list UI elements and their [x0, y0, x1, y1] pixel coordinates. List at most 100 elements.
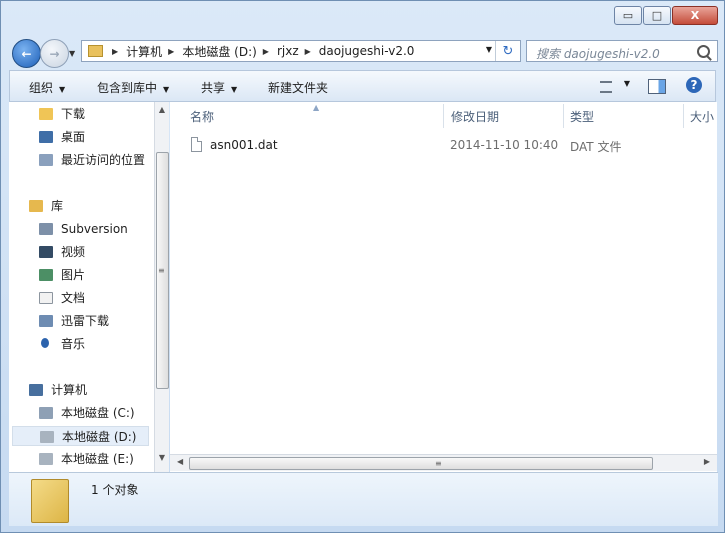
preview-pane-icon[interactable]	[648, 79, 666, 94]
music-icon	[41, 338, 49, 348]
desktop-icon	[39, 131, 53, 143]
sidebar-item-subversion[interactable]: Subversion	[39, 219, 149, 239]
scroll-left-button[interactable]: ◀	[177, 457, 183, 466]
chevron-down-icon: ▼	[163, 85, 170, 94]
column-header-name[interactable]: 名称	[190, 104, 214, 130]
navigation-scroll-thumb[interactable]: ≡	[156, 152, 169, 389]
help-icon[interactable]: ?	[686, 77, 702, 93]
forward-button[interactable]: →	[40, 39, 69, 68]
recent-pages-dropdown[interactable]: ▼	[69, 49, 75, 58]
file-list-horizontal-scrollbar[interactable]: ◀ ≡ ▶	[170, 454, 717, 471]
sidebar-item-drive-e[interactable]: 本地磁盘 (E:)	[39, 449, 149, 469]
videos-icon	[39, 246, 53, 258]
file-icon	[191, 137, 202, 152]
minimize-icon: ▭	[622, 9, 634, 22]
folder-large-icon	[31, 479, 69, 523]
column-header-type[interactable]: 类型	[570, 104, 594, 130]
address-dropdown[interactable]: ▼	[486, 45, 492, 54]
item-count: 1 个对象	[91, 483, 139, 497]
sidebar-item-videos[interactable]: 视频	[39, 242, 149, 262]
folder-icon	[88, 45, 103, 57]
sidebar-item-recent-places[interactable]: 最近访问的位置	[39, 150, 153, 170]
close-button[interactable]: X	[672, 6, 718, 25]
downloads-folder-icon	[39, 108, 53, 120]
column-divider[interactable]	[683, 104, 684, 128]
search-placeholder[interactable]: 搜索 daojugeshi-v2.0	[536, 45, 660, 62]
sidebar-item-label: 迅雷下载	[61, 314, 110, 328]
back-arrow-icon: ←	[21, 46, 32, 61]
organize-label: 组织	[29, 81, 54, 95]
sidebar-item-label: 图片	[61, 268, 86, 282]
file-modified-date: 2014-11-10 10:40	[450, 138, 559, 152]
view-options-dropdown[interactable]: ▼	[624, 79, 630, 88]
sidebar-item-documents[interactable]: 文档	[39, 288, 149, 308]
include-library-button[interactable]: 包含到库中 ▼	[97, 79, 169, 96]
sidebar-item-xunlei-downloads[interactable]: 迅雷下载	[39, 311, 149, 331]
column-header-date[interactable]: 修改日期	[451, 104, 499, 130]
share-label: 共享	[201, 81, 226, 95]
navigation-scrollbar[interactable]: ▲ ≡ ▼	[154, 102, 169, 472]
sort-arrow-icon: ▲	[313, 103, 320, 112]
file-type: DAT 文件	[570, 140, 622, 154]
new-folder-button[interactable]: 新建文件夹	[268, 79, 328, 96]
sidebar-item-label: 计算机	[51, 383, 88, 397]
column-header-size[interactable]: 大小	[690, 104, 714, 130]
drive-d-icon	[40, 431, 54, 443]
sidebar-item-label: 最近访问的位置	[61, 153, 146, 167]
address-bar[interactable]: ▶ 计算机 ▶ 本地磁盘 (D:) ▶ rjxz ▶ daojugeshi-v2…	[81, 40, 521, 62]
sidebar-item-libraries[interactable]: 库	[29, 196, 109, 216]
sidebar-item-pictures[interactable]: 图片	[39, 265, 149, 285]
breadcrumb-arrow-icon[interactable]: ▶	[112, 47, 118, 56]
breadcrumb-rjxz[interactable]: rjxz	[277, 44, 299, 58]
sidebar-item-computer[interactable]: 计算机	[29, 380, 129, 400]
scroll-grip-icon: ≡	[158, 266, 165, 275]
details-pane: 1 个对象	[9, 472, 718, 526]
sidebar-item-label: 桌面	[61, 130, 86, 144]
breadcrumb-current-folder[interactable]: daojugeshi-v2.0	[319, 44, 415, 58]
view-options-icon[interactable]	[600, 81, 612, 93]
search-box[interactable]: 搜索 daojugeshi-v2.0	[526, 40, 718, 62]
breadcrumb-arrow-icon[interactable]: ▶	[305, 47, 311, 56]
navigation-bar: ← → ▼ ▶ 计算机 ▶ 本地磁盘 (D:) ▶ rjxz ▶ daojuge…	[9, 39, 718, 68]
scroll-up-button[interactable]: ▲	[155, 105, 169, 121]
breadcrumb-computer[interactable]: 计算机	[126, 43, 162, 60]
command-toolbar: 组织 ▼ 包含到库中 ▼ 共享 ▼ 新建文件夹 ▼ ?	[9, 70, 716, 102]
sidebar-item-label: 视频	[61, 245, 86, 259]
computer-icon	[29, 384, 43, 396]
explorer-window: ▭ □ X ← → ▼ ▶ 计算机 ▶ 本地磁盘 (D:) ▶ rjxz ▶ d…	[0, 0, 725, 533]
chevron-down-icon: ▼	[59, 85, 66, 94]
back-button[interactable]: ←	[12, 39, 41, 68]
include-library-label: 包含到库中	[97, 81, 158, 95]
libraries-icon	[29, 200, 43, 212]
scroll-down-button[interactable]: ▼	[155, 453, 169, 469]
sidebar-item-desktop[interactable]: 桌面	[39, 127, 149, 147]
documents-icon	[39, 292, 53, 304]
sidebar-item-label: 文档	[61, 291, 86, 305]
share-button[interactable]: 共享 ▼	[201, 79, 237, 96]
minimize-button[interactable]: ▭	[614, 6, 642, 25]
search-icon[interactable]	[697, 45, 710, 58]
scroll-right-button[interactable]: ▶	[704, 457, 710, 466]
breadcrumb-drive-d[interactable]: 本地磁盘 (D:)	[182, 43, 256, 60]
breadcrumb-arrow-icon[interactable]: ▶	[168, 47, 174, 56]
sidebar-item-label: 库	[51, 199, 64, 213]
sidebar-item-label: 本地磁盘 (D:)	[62, 430, 137, 444]
sidebar-item-label: Subversion	[61, 222, 128, 236]
recent-places-icon	[39, 154, 53, 166]
sidebar-item-downloads[interactable]: 下载	[39, 104, 149, 124]
file-list-pane: ▲ 名称 修改日期 类型 大小 asn001.dat 2014-11-10 10…	[170, 102, 717, 472]
navigation-pane: 下载 桌面 最近访问的位置 库 Subversion 视频 图片 文档 迅雷下载…	[9, 102, 154, 472]
file-name[interactable]: asn001.dat	[210, 138, 278, 152]
maximize-button[interactable]: □	[643, 6, 671, 25]
drive-e-icon	[39, 453, 53, 465]
breadcrumb-arrow-icon[interactable]: ▶	[263, 47, 269, 56]
sidebar-item-drive-d[interactable]: 本地磁盘 (D:)	[12, 426, 149, 446]
sidebar-item-music[interactable]: 音乐	[39, 334, 149, 354]
organize-button[interactable]: 组织 ▼	[29, 79, 65, 96]
horizontal-scroll-thumb[interactable]: ≡	[189, 457, 653, 470]
column-divider[interactable]	[563, 104, 564, 128]
sidebar-item-label: 本地磁盘 (C:)	[61, 406, 135, 420]
refresh-button[interactable]: ↻	[495, 41, 520, 61]
column-divider[interactable]	[443, 104, 444, 128]
sidebar-item-drive-c[interactable]: 本地磁盘 (C:)	[39, 403, 149, 423]
